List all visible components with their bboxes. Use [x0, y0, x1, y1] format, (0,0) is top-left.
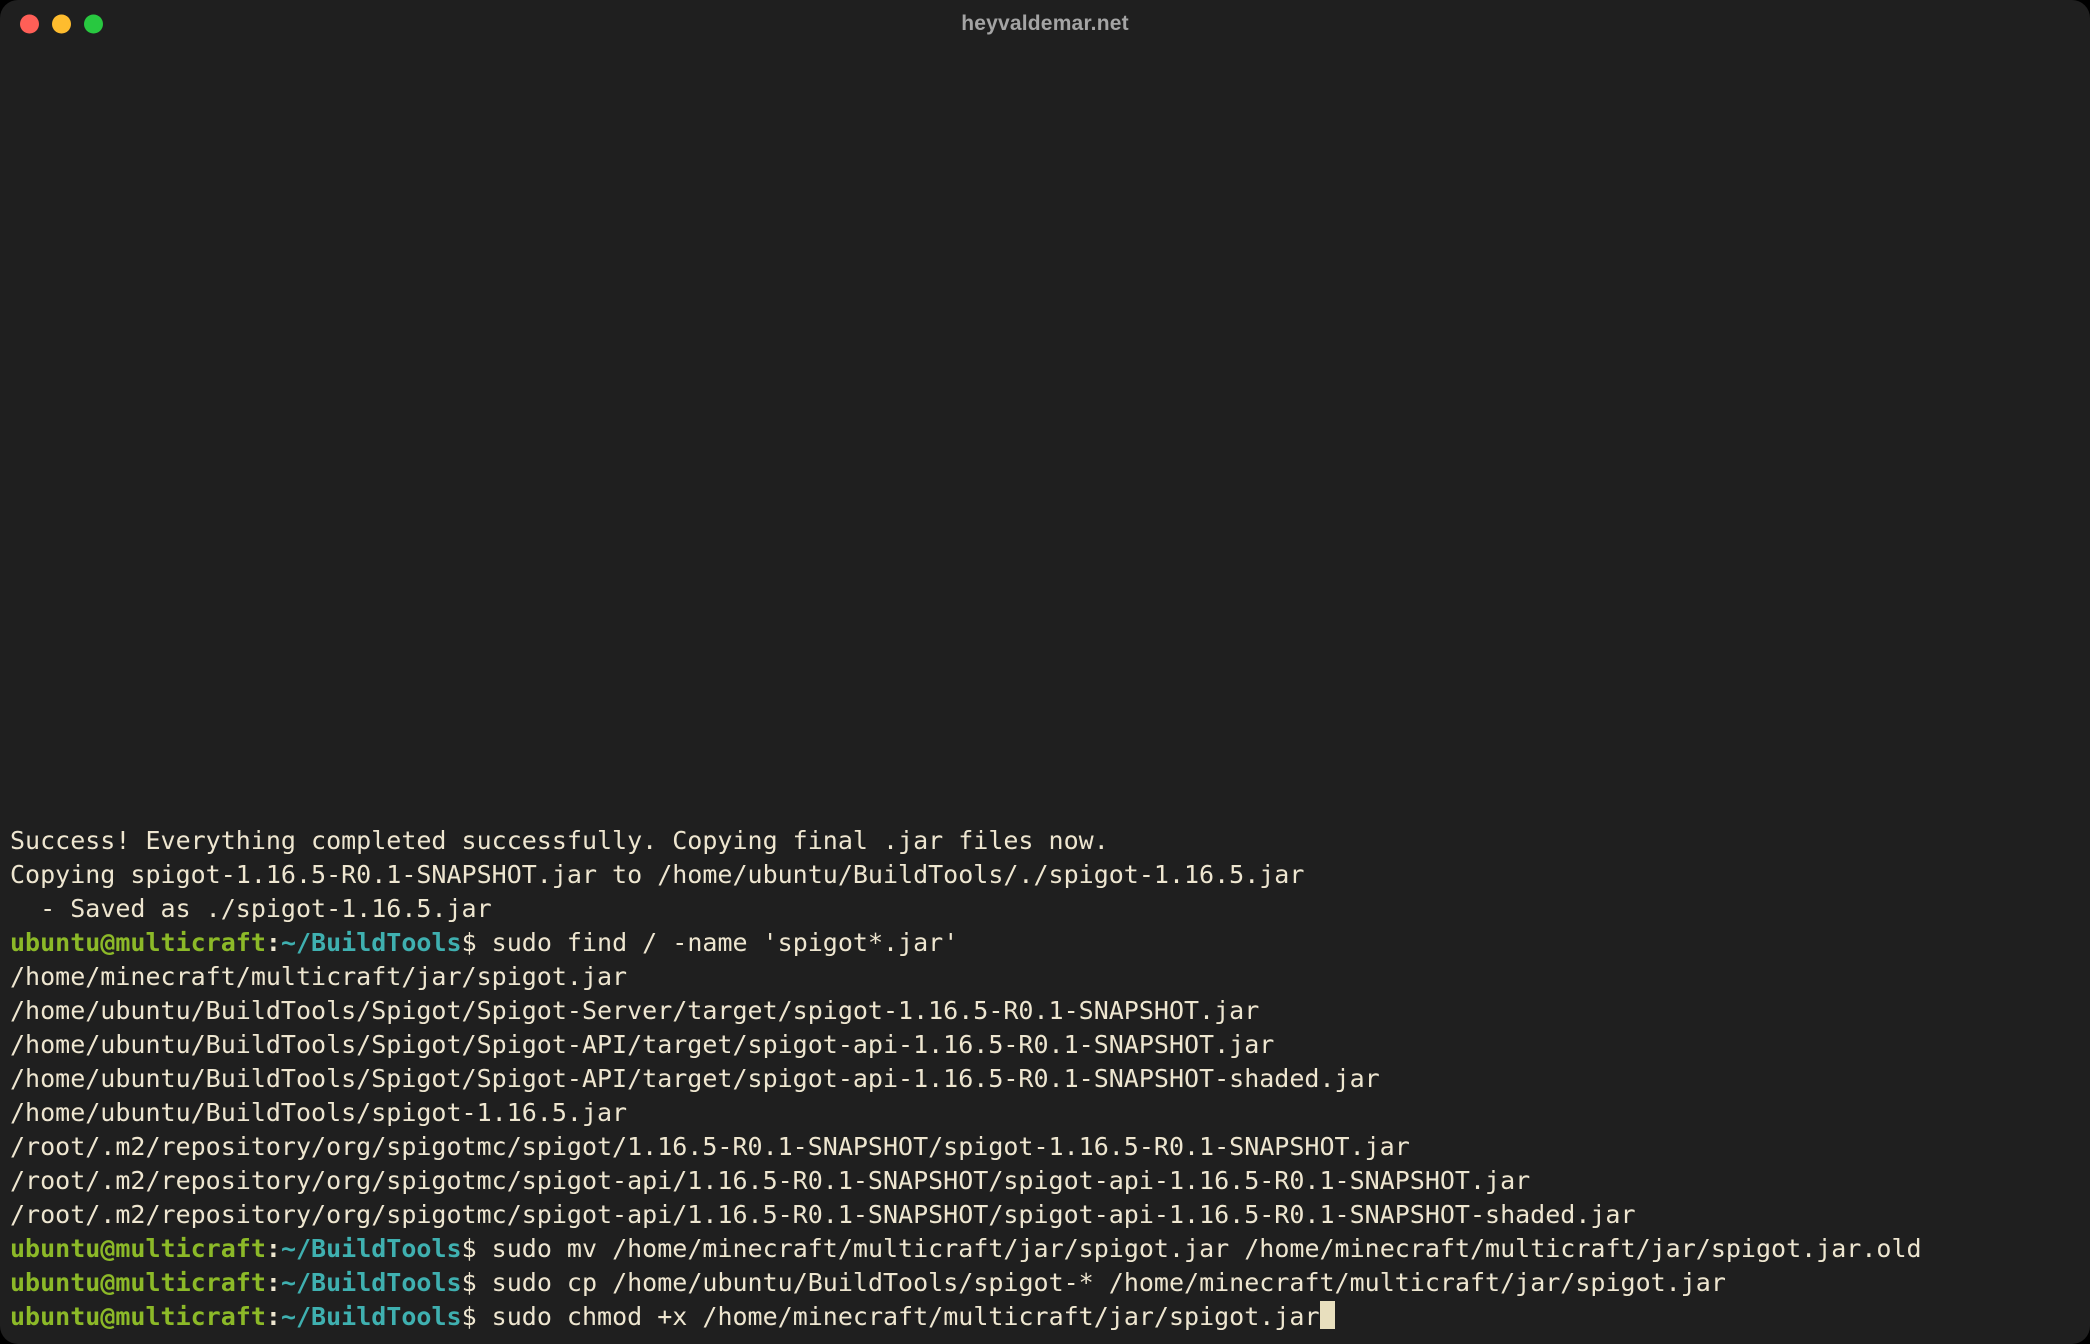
- prompt-path: ~/BuildTools: [281, 1268, 462, 1297]
- output-text: /root/.m2/repository/org/spigotmc/spigot…: [10, 1132, 1410, 1161]
- output-text: Copying spigot-1.16.5-R0.1-SNAPSHOT.jar …: [10, 860, 1304, 889]
- prompt-colon: :: [266, 1234, 281, 1263]
- prompt-colon: :: [266, 928, 281, 957]
- output-text: Success! Everything completed successful…: [10, 826, 1109, 855]
- output-line: /home/ubuntu/BuildTools/Spigot/Spigot-Se…: [10, 994, 2080, 1028]
- output-line: Copying spigot-1.16.5-R0.1-SNAPSHOT.jar …: [10, 858, 2080, 892]
- prompt-path: ~/BuildTools: [281, 928, 462, 957]
- output-text: /home/minecraft/multicraft/jar/spigot.ja…: [10, 962, 627, 991]
- traffic-lights: [20, 15, 103, 34]
- command-text: sudo mv /home/minecraft/multicraft/jar/s…: [492, 1234, 1922, 1263]
- minimize-icon[interactable]: [52, 15, 71, 34]
- command-text: sudo chmod +x /home/minecraft/multicraft…: [492, 1302, 1320, 1331]
- output-line: - Saved as ./spigot-1.16.5.jar: [10, 892, 2080, 926]
- output-text: /home/ubuntu/BuildTools/spigot-1.16.5.ja…: [10, 1098, 627, 1127]
- window-title: heyvaldemar.net: [961, 12, 1129, 36]
- prompt-user-host: ubuntu@multicraft: [10, 1234, 266, 1263]
- titlebar: heyvaldemar.net: [0, 0, 2090, 48]
- output-text: /root/.m2/repository/org/spigotmc/spigot…: [10, 1200, 1636, 1229]
- output-line: /home/ubuntu/BuildTools/Spigot/Spigot-AP…: [10, 1062, 2080, 1096]
- output-text: /root/.m2/repository/org/spigotmc/spigot…: [10, 1166, 1530, 1195]
- prompt-line: ubuntu@multicraft:~/BuildTools$ sudo fin…: [10, 926, 2080, 960]
- output-line: /home/ubuntu/BuildTools/Spigot/Spigot-AP…: [10, 1028, 2080, 1062]
- zoom-icon[interactable]: [84, 15, 103, 34]
- prompt-path: ~/BuildTools: [281, 1302, 462, 1331]
- prompt-user-host: ubuntu@multicraft: [10, 1268, 266, 1297]
- prompt-line: ubuntu@multicraft:~/BuildTools$ sudo chm…: [10, 1300, 2080, 1334]
- cursor-icon: [1320, 1301, 1335, 1329]
- close-icon[interactable]: [20, 15, 39, 34]
- command-text: sudo cp /home/ubuntu/BuildTools/spigot-*…: [492, 1268, 1726, 1297]
- output-line: /root/.m2/repository/org/spigotmc/spigot…: [10, 1198, 2080, 1232]
- terminal-window: heyvaldemar.net Success! Everything comp…: [0, 0, 2090, 1344]
- prompt-line: ubuntu@multicraft:~/BuildTools$ sudo mv …: [10, 1232, 2080, 1266]
- prompt-line: ubuntu@multicraft:~/BuildTools$ sudo cp …: [10, 1266, 2080, 1300]
- prompt-colon: :: [266, 1268, 281, 1297]
- output-line: /home/ubuntu/BuildTools/spigot-1.16.5.ja…: [10, 1096, 2080, 1130]
- output-text: - Saved as ./spigot-1.16.5.jar: [10, 894, 492, 923]
- output-line: Success! Everything completed successful…: [10, 824, 2080, 858]
- prompt-dollar: $: [462, 1268, 492, 1297]
- prompt-user-host: ubuntu@multicraft: [10, 928, 266, 957]
- prompt-user-host: ubuntu@multicraft: [10, 1302, 266, 1331]
- prompt-colon: :: [266, 1302, 281, 1331]
- output-text: /home/ubuntu/BuildTools/Spigot/Spigot-AP…: [10, 1064, 1380, 1093]
- prompt-dollar: $: [462, 1302, 492, 1331]
- output-text: /home/ubuntu/BuildTools/Spigot/Spigot-Se…: [10, 996, 1259, 1025]
- terminal-content[interactable]: Success! Everything completed successful…: [0, 48, 2090, 1344]
- command-text: sudo find / -name 'spigot*.jar': [492, 928, 959, 957]
- output-line: /home/minecraft/multicraft/jar/spigot.ja…: [10, 960, 2080, 994]
- prompt-dollar: $: [462, 1234, 492, 1263]
- output-line: /root/.m2/repository/org/spigotmc/spigot…: [10, 1164, 2080, 1198]
- prompt-path: ~/BuildTools: [281, 1234, 462, 1263]
- output-text: /home/ubuntu/BuildTools/Spigot/Spigot-AP…: [10, 1030, 1274, 1059]
- prompt-dollar: $: [462, 928, 492, 957]
- output-line: /root/.m2/repository/org/spigotmc/spigot…: [10, 1130, 2080, 1164]
